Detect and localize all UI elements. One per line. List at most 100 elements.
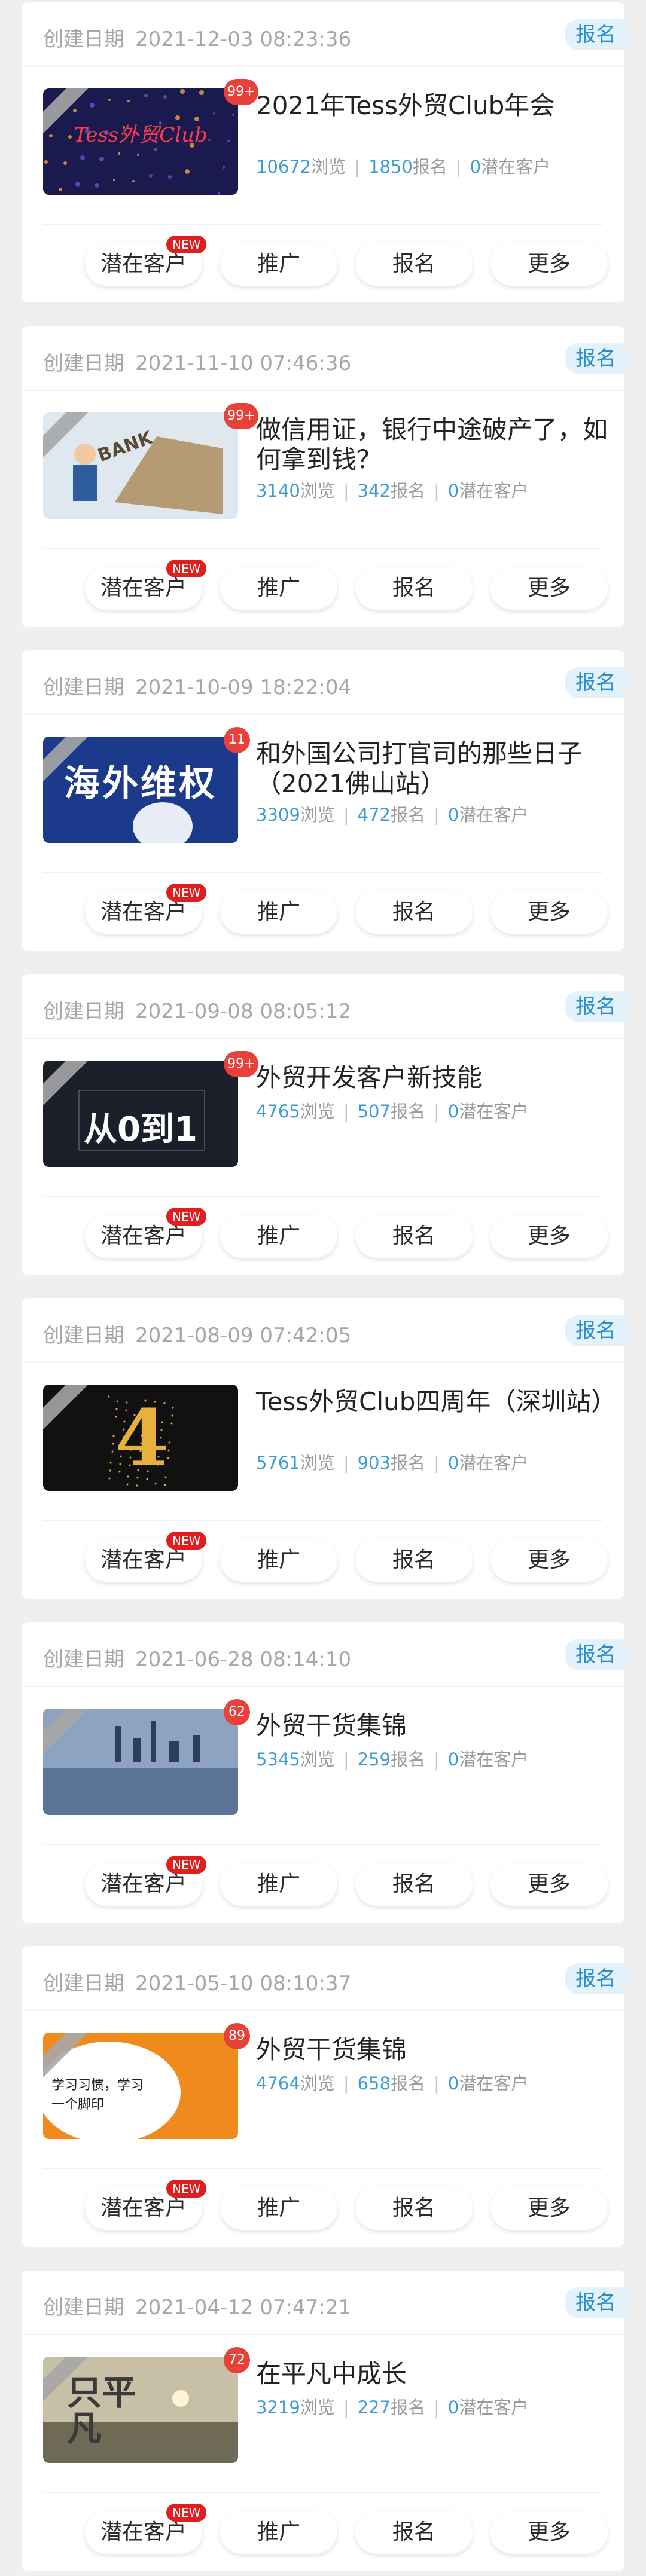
promote-button[interactable]: 推广 <box>220 2187 337 2230</box>
views-count: 3219 <box>256 2397 300 2418</box>
more-button[interactable]: 更多 <box>490 2511 608 2554</box>
signup-button[interactable]: 报名 <box>355 2187 473 2230</box>
event-card[interactable]: 创建日期 2021-08-09 07:42:05 报名 4 Tess外贸Club四周年（… <box>22 1298 627 1599</box>
promote-button[interactable]: 推广 <box>220 1215 337 1258</box>
signups-label: 报名 <box>390 2073 425 2094</box>
prospects-label: 潜在客户 <box>459 1749 529 1770</box>
views-label: 浏览 <box>300 2073 335 2094</box>
actions-divider <box>43 224 603 225</box>
more-button[interactable]: 更多 <box>490 891 608 934</box>
more-button[interactable]: 更多 <box>490 567 608 610</box>
event-title[interactable]: 和外国公司打官司的那些日子（2021佛山站） <box>256 739 609 799</box>
signups-count: 227 <box>357 2397 391 2418</box>
views-label: 浏览 <box>300 481 335 501</box>
event-card[interactable]: 创建日期 2021-04-12 07:47:21 报名 只平 凡 72 在平凡中成长 321… <box>22 2271 627 2571</box>
event-card[interactable]: 创建日期 2021-05-10 08:10:37 报名 学习习惯，学习一个脚印 89 外贸… <box>22 1946 627 2247</box>
card-header: 创建日期 2021-11-10 07:46:36 报名 <box>22 326 627 391</box>
signup-tag[interactable]: 报名 <box>565 2287 627 2318</box>
event-card[interactable]: 创建日期 2021-11-10 07:46:36 报名 BANK 99+ 做信用证，银行中… <box>22 326 627 627</box>
event-stats: 4765浏览 | 507报名 | 0潜在客户 <box>256 1098 528 1123</box>
event-thumbnail[interactable]: 从0到1 <box>43 1061 238 1167</box>
created-date-label: 创建日期 <box>43 1000 124 1023</box>
promote-button[interactable]: 推广 <box>220 1863 337 1906</box>
event-thumbnail[interactable]: Tess外贸Club <box>43 88 238 195</box>
new-badge: NEW <box>166 1208 207 1226</box>
created-date: 创建日期 2021-12-03 08:23:36 <box>43 23 351 52</box>
signup-button[interactable]: 报名 <box>355 1863 473 1906</box>
card-header: 创建日期 2021-09-08 08:05:12 报名 <box>22 974 627 1039</box>
event-card[interactable]: 创建日期 2021-09-08 08:05:12 报名从0到1 99+ 外贸开发客户新技… <box>22 974 627 1275</box>
created-date-label: 创建日期 <box>43 1972 124 1996</box>
signup-tag[interactable]: 报名 <box>565 19 627 50</box>
event-card[interactable]: 创建日期 2021-10-09 18:22:04 报名 海外维权 11 和外国公司打官司的… <box>22 650 627 951</box>
prospects-button[interactable]: 潜在客户 NEW <box>85 884 207 934</box>
promote-button[interactable]: 推广 <box>220 567 337 610</box>
signup-button[interactable]: 报名 <box>355 2511 473 2554</box>
thumbnail-caption: 4 <box>115 1392 169 1484</box>
more-button[interactable]: 更多 <box>490 1215 608 1258</box>
more-button[interactable]: 更多 <box>490 2187 608 2230</box>
prospects-button[interactable]: 潜在客户 NEW <box>85 2504 207 2554</box>
signup-tag[interactable]: 报名 <box>565 343 627 374</box>
prospects-button[interactable]: 潜在客户 NEW <box>85 2180 207 2230</box>
event-title[interactable]: 做信用证，银行中途破产了，如何拿到钱？ <box>256 415 609 475</box>
actions-divider <box>43 2168 603 2169</box>
signups-label: 报名 <box>412 157 447 177</box>
prospects-button[interactable]: 潜在客户 NEW <box>85 560 207 610</box>
new-badge: NEW <box>166 2504 207 2522</box>
more-button[interactable]: 更多 <box>490 1539 608 1582</box>
promote-button[interactable]: 推广 <box>220 891 337 934</box>
event-title[interactable]: 2021年Tess外贸Club年会 <box>256 91 609 121</box>
event-thumbnail[interactable] <box>43 1709 238 1815</box>
event-thumbnail[interactable]: 学习习惯，学习一个脚印 <box>43 2033 238 2139</box>
created-date: 创建日期 2021-08-09 07:42:05 <box>43 1319 351 1348</box>
prospects-button[interactable]: 潜在客户 NEW <box>85 1208 207 1258</box>
signup-tag[interactable]: 报名 <box>565 1315 627 1346</box>
signup-tag[interactable]: 报名 <box>565 667 627 698</box>
event-title[interactable]: 外贸干货集锦 <box>256 2035 609 2065</box>
count-badge: 99+ <box>224 1051 259 1077</box>
event-thumbnail[interactable]: 4 <box>43 1385 238 1491</box>
event-title[interactable]: 外贸开发客户新技能 <box>256 1063 609 1093</box>
prospects-button[interactable]: 潜在客户 NEW <box>85 236 207 286</box>
event-thumbnail[interactable]: 只平 凡 <box>43 2357 238 2463</box>
signups-count: 903 <box>357 1453 391 1473</box>
promote-button[interactable]: 推广 <box>220 243 337 286</box>
created-date-value: 2021-12-03 08:23:36 <box>135 27 352 51</box>
promote-button[interactable]: 推广 <box>220 2511 337 2554</box>
prospects-button[interactable]: 潜在客户 NEW <box>85 1856 207 1906</box>
signup-button[interactable]: 报名 <box>355 567 473 610</box>
event-card[interactable]: 创建日期 2021-12-03 08:23:36 报名 Tess外贸Club 99+ 20… <box>22 2 627 302</box>
signup-button[interactable]: 报名 <box>355 1539 473 1582</box>
event-stats: 5761浏览 | 903报名 | 0潜在客户 <box>256 1449 528 1474</box>
created-date: 创建日期 2021-10-09 18:22:04 <box>43 671 351 700</box>
prospects-count: 0 <box>447 1101 459 1122</box>
prospects-label: 潜在客户 <box>459 2073 529 2094</box>
signup-button[interactable]: 报名 <box>355 1215 473 1258</box>
signup-button[interactable]: 报名 <box>355 891 473 934</box>
signup-tag[interactable]: 报名 <box>565 991 627 1022</box>
more-button[interactable]: 更多 <box>490 1863 608 1906</box>
event-title[interactable]: 外贸干货集锦 <box>256 1711 609 1741</box>
prospects-button[interactable]: 潜在客户 NEW <box>85 1532 207 1582</box>
signup-tag[interactable]: 报名 <box>565 1639 627 1670</box>
created-date-value: 2021-04-12 07:47:21 <box>135 2296 352 2320</box>
stat-separator: | <box>343 1101 349 1122</box>
event-thumbnail[interactable]: 海外维权 <box>43 737 238 843</box>
created-date: 创建日期 2021-11-10 07:46:36 <box>43 347 351 376</box>
signup-tag[interactable]: 报名 <box>565 1963 627 1994</box>
event-title[interactable]: Tess外贸Club四周年（深圳站） <box>256 1387 616 1417</box>
signups-label: 报名 <box>390 1749 425 1770</box>
prospects-label: 潜在客户 <box>459 805 529 825</box>
more-button[interactable]: 更多 <box>490 243 608 286</box>
event-card[interactable]: 创建日期 2021-06-28 08:14:10 报名 62 外贸干货集锦 5345浏览 |… <box>22 1622 627 1923</box>
event-thumbnail[interactable]: BANK <box>43 412 238 519</box>
signup-button[interactable]: 报名 <box>355 243 473 286</box>
prospects-count: 0 <box>447 481 459 501</box>
views-count: 4764 <box>256 2073 300 2094</box>
thumbnail-art <box>43 1709 238 1815</box>
promote-button[interactable]: 推广 <box>220 1539 337 1582</box>
thumbnail-caption: 海外维权 <box>64 763 217 805</box>
count-badge: 99+ <box>224 403 259 429</box>
event-title[interactable]: 在平凡中成长 <box>256 2359 609 2389</box>
